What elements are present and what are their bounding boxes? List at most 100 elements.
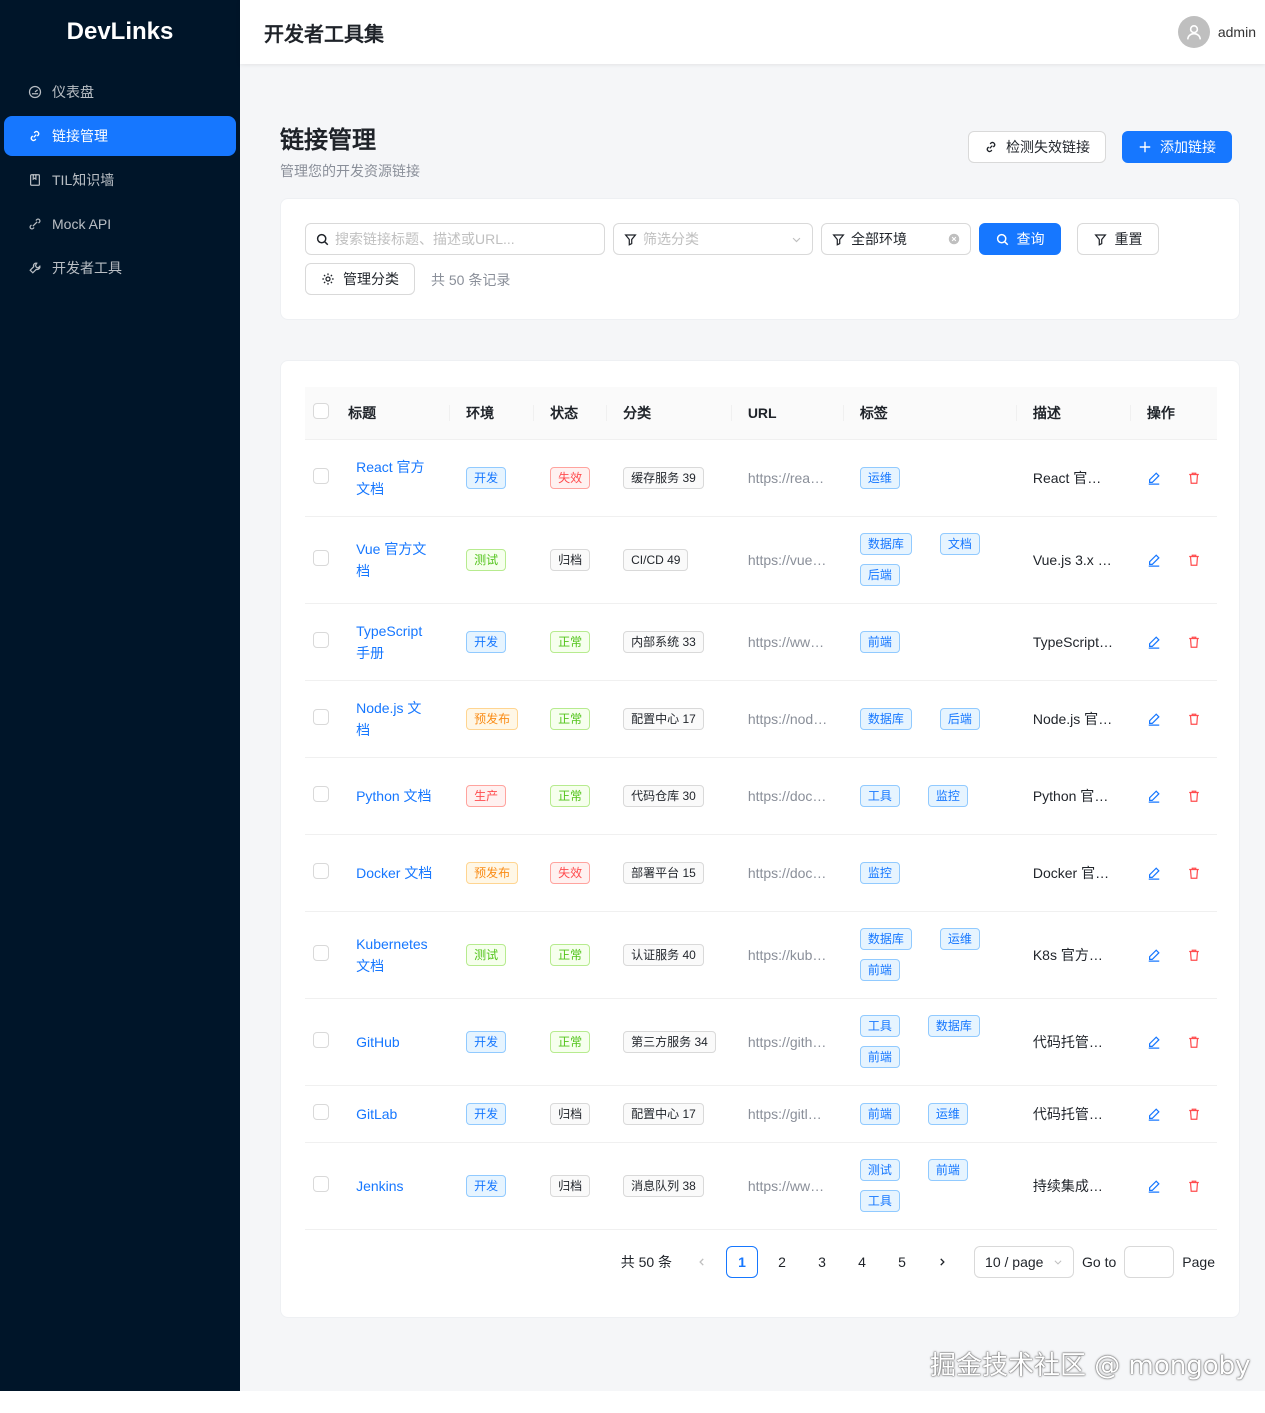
link-title[interactable]: Node.js 文档 xyxy=(356,697,434,741)
avatar[interactable] xyxy=(1177,16,1210,48)
delete-icon[interactable] xyxy=(1187,471,1201,485)
sidebar-item-dashboard[interactable]: 仪表盘 xyxy=(4,72,236,112)
reset-button[interactable]: 重置 xyxy=(1077,223,1159,255)
link-url[interactable]: https://gitlab.com xyxy=(748,1106,828,1122)
edit-icon[interactable] xyxy=(1147,1107,1161,1121)
link-title[interactable]: GitLab xyxy=(356,1103,434,1125)
tag: 文档 xyxy=(939,533,980,555)
link-title[interactable]: Docker 文档 xyxy=(356,862,434,884)
goto-label: Go to xyxy=(1082,1254,1117,1270)
link-url[interactable]: https://www.typescriptlang.org xyxy=(748,634,828,650)
link-title[interactable]: Python 文档 xyxy=(356,785,434,807)
row-checkbox[interactable] xyxy=(313,468,329,484)
edit-icon[interactable] xyxy=(1147,866,1161,880)
link-url[interactable]: https://vuejs.org xyxy=(748,552,828,568)
detect-broken-links-button[interactable]: 检测失效链接 xyxy=(968,131,1106,163)
link-title[interactable]: GitHub xyxy=(356,1031,434,1053)
status-cell: 正常 xyxy=(534,603,608,681)
link-url[interactable]: https://react.dev xyxy=(748,470,828,486)
category-cell: 第三方服务 34 xyxy=(607,998,732,1086)
env-tag: 测试 xyxy=(466,548,507,571)
link-icon xyxy=(30,130,40,142)
link-url[interactable]: https://kubernetes.io xyxy=(748,947,828,963)
delete-icon[interactable] xyxy=(1187,553,1201,567)
page-5[interactable]: 5 xyxy=(886,1246,918,1278)
edit-icon[interactable] xyxy=(1147,1179,1161,1193)
link-url[interactable]: https://nodejs.org xyxy=(748,711,828,727)
status-cell: 归档 xyxy=(534,516,608,604)
actions-cell xyxy=(1130,1085,1217,1143)
env-cell: 开发 xyxy=(450,439,535,517)
page-4[interactable]: 4 xyxy=(846,1246,878,1278)
table-header-row: 标题 环境 状态 分类 URL 标签 描述 操作 xyxy=(305,387,1217,440)
link-description: 代码托管平台 xyxy=(1032,1105,1115,1122)
link-title[interactable]: Kubernetes 文档 xyxy=(356,933,434,977)
link-url[interactable]: https://docs.python.org xyxy=(748,788,828,804)
row-checkbox[interactable] xyxy=(313,632,329,648)
delete-icon[interactable] xyxy=(1187,789,1201,803)
delete-icon[interactable] xyxy=(1187,1107,1201,1121)
user-icon xyxy=(1186,25,1201,40)
link-title[interactable]: Vue 官方文档 xyxy=(356,538,434,582)
row-checkbox[interactable] xyxy=(313,1104,329,1120)
select-all-checkbox[interactable] xyxy=(313,403,329,420)
page-3[interactable]: 3 xyxy=(806,1246,838,1278)
row-checkbox[interactable] xyxy=(313,945,329,961)
link-title[interactable]: TypeScript 手册 xyxy=(356,620,434,664)
edit-icon[interactable] xyxy=(1147,789,1161,803)
edit-icon[interactable] xyxy=(1147,471,1161,485)
page-size-select[interactable]: 10 / page xyxy=(974,1246,1075,1278)
table-card: 标题 环境 状态 分类 URL 标签 描述 操作 React 官方文档 开发 失效缓… xyxy=(280,360,1240,1318)
row-checkbox[interactable] xyxy=(313,786,329,802)
goto-page-input[interactable] xyxy=(1124,1246,1175,1278)
main-content: 链接管理 管理您的开发资源链接 检测失效链接 添加链接 搜索链接标题、描述或UR… xyxy=(240,64,1265,1391)
col-actions: 操作 xyxy=(1130,387,1217,440)
row-checkbox[interactable] xyxy=(313,1032,329,1048)
row-checkbox[interactable] xyxy=(313,550,329,566)
row-checkbox[interactable] xyxy=(313,709,329,725)
category-select[interactable]: 筛选分类 xyxy=(613,223,813,255)
sidebar-item-dev-tools[interactable]: 开发者工具 xyxy=(4,248,236,288)
user-menu[interactable]: admin xyxy=(1177,16,1256,48)
env-cell: 开发 xyxy=(450,998,535,1086)
tags-cell: 测试 前端 工具 xyxy=(843,1142,1017,1230)
sidebar-item-til[interactable]: TIL知识墙 xyxy=(4,160,236,200)
link-title[interactable]: Jenkins xyxy=(356,1175,434,1197)
actions-cell xyxy=(1130,998,1217,1086)
actions-cell xyxy=(1130,757,1217,835)
edit-icon[interactable] xyxy=(1147,712,1161,726)
link-url[interactable]: https://github.com xyxy=(748,1034,828,1050)
next-page-button[interactable] xyxy=(926,1246,958,1278)
url-cell: https://react.dev xyxy=(731,439,844,517)
search-input[interactable]: 搜索链接标题、描述或URL... xyxy=(305,223,605,255)
sidebar-item-links[interactable]: 链接管理 xyxy=(4,116,236,156)
query-button[interactable]: 查询 xyxy=(979,223,1061,255)
edit-icon[interactable] xyxy=(1147,553,1161,567)
edit-icon[interactable] xyxy=(1147,948,1161,962)
environment-select[interactable]: 全部环境 xyxy=(821,223,971,255)
edit-icon[interactable] xyxy=(1147,635,1161,649)
row-checkbox[interactable] xyxy=(313,863,329,879)
category-cell: 代码仓库 30 xyxy=(607,757,732,835)
delete-icon[interactable] xyxy=(1187,948,1201,962)
sidebar-item-mock-api[interactable]: Mock API xyxy=(4,204,236,244)
edit-icon[interactable] xyxy=(1147,1035,1161,1049)
actions-cell xyxy=(1130,1142,1217,1230)
link-url[interactable]: https://www.jenkins.io xyxy=(748,1178,828,1194)
status-cell: 失效 xyxy=(534,834,608,912)
manage-categories-button[interactable]: 管理分类 xyxy=(305,263,415,295)
prev-page-button[interactable] xyxy=(686,1246,718,1278)
status-cell: 正常 xyxy=(534,998,608,1086)
page-1[interactable]: 1 xyxy=(726,1246,759,1278)
delete-icon[interactable] xyxy=(1187,866,1201,880)
delete-icon[interactable] xyxy=(1187,635,1201,649)
link-title[interactable]: React 官方文档 xyxy=(356,456,434,500)
clear-icon[interactable] xyxy=(948,233,960,245)
row-checkbox[interactable] xyxy=(313,1176,329,1192)
delete-icon[interactable] xyxy=(1187,1179,1201,1193)
link-url[interactable]: https://docs.docker.com xyxy=(748,865,828,881)
delete-icon[interactable] xyxy=(1187,1035,1201,1049)
delete-icon[interactable] xyxy=(1187,712,1201,726)
page-2[interactable]: 2 xyxy=(766,1246,798,1278)
add-link-button[interactable]: 添加链接 xyxy=(1122,131,1232,163)
